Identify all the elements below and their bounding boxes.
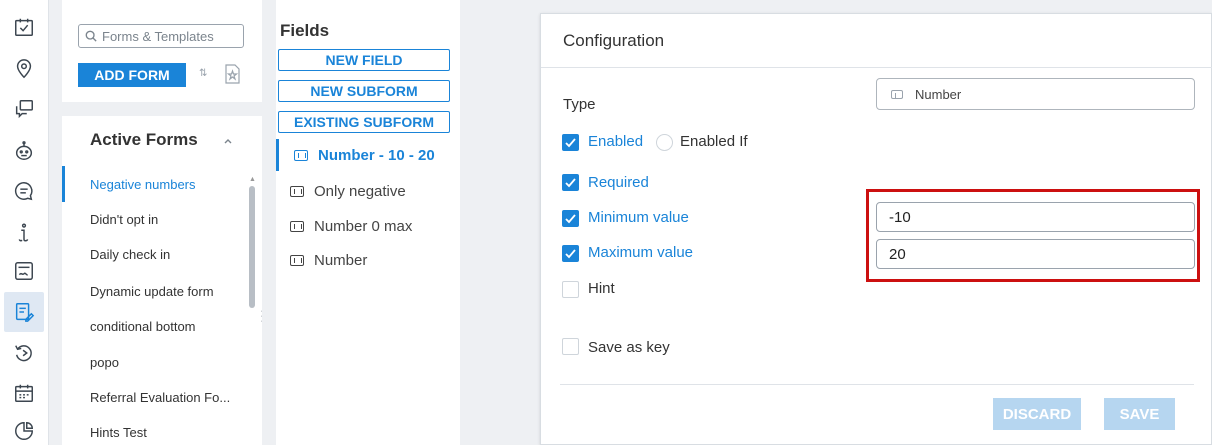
enabled-if-radio[interactable] bbox=[656, 134, 673, 151]
forms-search-input[interactable]: Forms & Templates bbox=[78, 24, 244, 48]
icon-rail bbox=[0, 0, 48, 445]
enabled-checkbox[interactable] bbox=[562, 134, 579, 151]
check-icon bbox=[565, 214, 576, 224]
active-forms-title: Active Forms bbox=[90, 130, 198, 149]
form-list-item[interactable]: Dynamic update form bbox=[62, 273, 246, 309]
type-value: Number bbox=[915, 86, 962, 102]
field-list-item[interactable]: Only negative bbox=[276, 175, 460, 207]
field-item-label: Number - 10 - 20 bbox=[318, 146, 435, 164]
form-list-item[interactable]: Hints Test bbox=[62, 414, 246, 445]
highlight-box bbox=[866, 189, 1200, 282]
field-item-label: Number 0 max bbox=[314, 217, 413, 235]
minimum-value-label: Minimum value bbox=[588, 209, 689, 226]
fields-panel: Fields NEW FIELD NEW SUBFORM EXISTING SU… bbox=[276, 0, 460, 445]
minimum-value-checkbox[interactable] bbox=[562, 210, 579, 227]
bot-icon[interactable] bbox=[11, 138, 37, 164]
number-field-icon bbox=[891, 89, 903, 99]
location-pin-icon[interactable] bbox=[11, 56, 37, 82]
hint-checkbox[interactable] bbox=[562, 281, 579, 298]
panel-separator bbox=[62, 102, 262, 116]
type-select[interactable]: Number bbox=[876, 78, 1195, 110]
rail-divider bbox=[48, 0, 62, 445]
info-icon[interactable] bbox=[11, 220, 37, 246]
maximum-value-label: Maximum value bbox=[588, 244, 694, 261]
existing-subform-button[interactable]: EXISTING SUBFORM bbox=[278, 111, 450, 133]
scrollbar-thumb[interactable] bbox=[249, 186, 255, 308]
forms-panel: Forms & Templates ADD FORM ⇅ Active Form… bbox=[62, 0, 262, 445]
field-item-label: Number bbox=[314, 251, 368, 269]
number-field-icon bbox=[294, 149, 308, 161]
forms-scrollbar[interactable]: ▲ bbox=[248, 176, 256, 445]
field-list-item[interactable]: Number 0 max bbox=[276, 210, 460, 242]
favorite-template-icon[interactable] bbox=[224, 64, 240, 84]
field-list-item[interactable]: Number bbox=[276, 244, 460, 276]
configuration-title: Configuration bbox=[541, 14, 1212, 68]
number-field-icon bbox=[290, 185, 304, 197]
message-icon[interactable] bbox=[11, 178, 37, 204]
scroll-up-arrow-icon[interactable]: ▲ bbox=[249, 176, 256, 183]
field-item-label: Only negative bbox=[314, 182, 406, 200]
enabled-label: Enabled bbox=[588, 133, 644, 150]
fields-divider bbox=[262, 0, 276, 445]
calendar-grid-icon[interactable] bbox=[11, 380, 37, 406]
field-list-item[interactable]: Number - 10 - 20 bbox=[276, 139, 460, 171]
chevron-up-icon[interactable] bbox=[223, 133, 235, 145]
form-list-item[interactable]: Didn't opt in bbox=[62, 201, 246, 237]
undo-clock-icon[interactable] bbox=[11, 340, 37, 366]
new-subform-button[interactable]: NEW SUBFORM bbox=[278, 80, 450, 102]
new-field-button[interactable]: NEW FIELD bbox=[278, 49, 450, 71]
type-label: Type bbox=[563, 96, 596, 113]
fields-title: Fields bbox=[280, 21, 330, 40]
add-form-button[interactable]: ADD FORM bbox=[78, 63, 186, 87]
enabled-if-label: Enabled If bbox=[680, 133, 748, 150]
calendar-check-icon[interactable] bbox=[11, 14, 37, 40]
form-list-item[interactable]: Referral Evaluation Fo... bbox=[62, 379, 246, 415]
form-list-item[interactable]: Daily check in bbox=[62, 236, 246, 272]
search-icon bbox=[85, 30, 97, 42]
check-icon bbox=[565, 178, 576, 188]
app-root: Forms & Templates ADD FORM ⇅ Active Form… bbox=[0, 0, 1212, 445]
form-list-item[interactable]: conditional bottom bbox=[62, 308, 246, 344]
number-field-icon bbox=[290, 254, 304, 266]
pie-chart-icon[interactable] bbox=[11, 418, 37, 444]
form-list-item[interactable]: Negative numbers bbox=[62, 166, 246, 202]
save-as-key-label: Save as key bbox=[588, 339, 670, 356]
maximum-value-checkbox[interactable] bbox=[562, 245, 579, 262]
form-list-item[interactable]: popo bbox=[62, 344, 246, 380]
chat-bubbles-icon[interactable] bbox=[11, 96, 37, 122]
check-icon bbox=[565, 138, 576, 148]
hint-label: Hint bbox=[588, 280, 615, 297]
save-button[interactable]: SAVE bbox=[1104, 398, 1175, 430]
save-as-key-checkbox[interactable] bbox=[562, 338, 579, 355]
sort-icon[interactable]: ⇅ bbox=[199, 68, 211, 82]
form-edit-icon[interactable] bbox=[4, 292, 44, 332]
check-icon bbox=[565, 249, 576, 259]
search-placeholder: Forms & Templates bbox=[102, 28, 214, 44]
number-field-icon bbox=[290, 220, 304, 232]
required-checkbox[interactable] bbox=[562, 174, 579, 191]
form-signature-icon[interactable] bbox=[11, 258, 37, 284]
discard-button[interactable]: DISCARD bbox=[993, 398, 1081, 430]
required-label: Required bbox=[588, 174, 649, 191]
footer-divider bbox=[560, 384, 1194, 385]
